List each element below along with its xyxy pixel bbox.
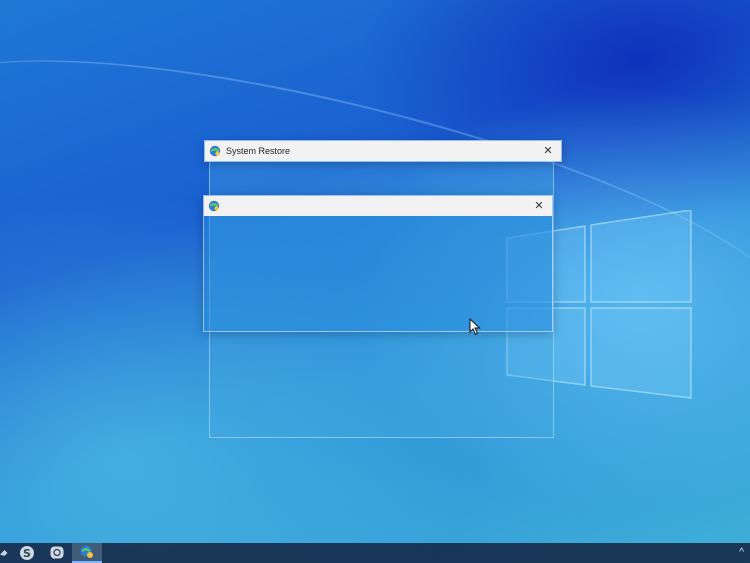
mouse-pointer-icon xyxy=(469,318,481,336)
taskbar-item-pinned-app[interactable] xyxy=(0,543,12,563)
taskbar: S ^ xyxy=(0,543,750,563)
taskbar-item-skype[interactable]: S xyxy=(12,543,42,563)
svg-text:S: S xyxy=(23,547,31,560)
system-restore-icon xyxy=(209,145,221,157)
viber-icon xyxy=(50,546,64,559)
system-restore-window[interactable]: System Restore ✕ xyxy=(204,140,562,162)
desktop: System Restore ✕ ✕ S ^ xyxy=(0,0,750,563)
skype-icon: S xyxy=(20,546,34,560)
close-icon: ✕ xyxy=(534,199,544,212)
close-button[interactable]: ✕ xyxy=(530,198,548,214)
system-restore-icon xyxy=(208,200,220,212)
show-hidden-icons-chevron-icon[interactable]: ^ xyxy=(739,546,744,560)
close-icon: ✕ xyxy=(543,144,553,157)
secondary-window[interactable]: ✕ xyxy=(203,195,553,332)
system-restore-icon xyxy=(80,545,93,558)
system-restore-titlebar[interactable]: System Restore ✕ xyxy=(205,141,561,161)
taskbar-item-system-restore[interactable] xyxy=(72,543,102,563)
taskbar-item-viber[interactable] xyxy=(42,543,72,563)
pinned-app-icon xyxy=(0,550,8,556)
close-button[interactable]: ✕ xyxy=(539,143,557,159)
secondary-window-body xyxy=(204,216,552,331)
secondary-titlebar[interactable]: ✕ xyxy=(204,196,552,216)
window-title: System Restore xyxy=(226,146,291,156)
